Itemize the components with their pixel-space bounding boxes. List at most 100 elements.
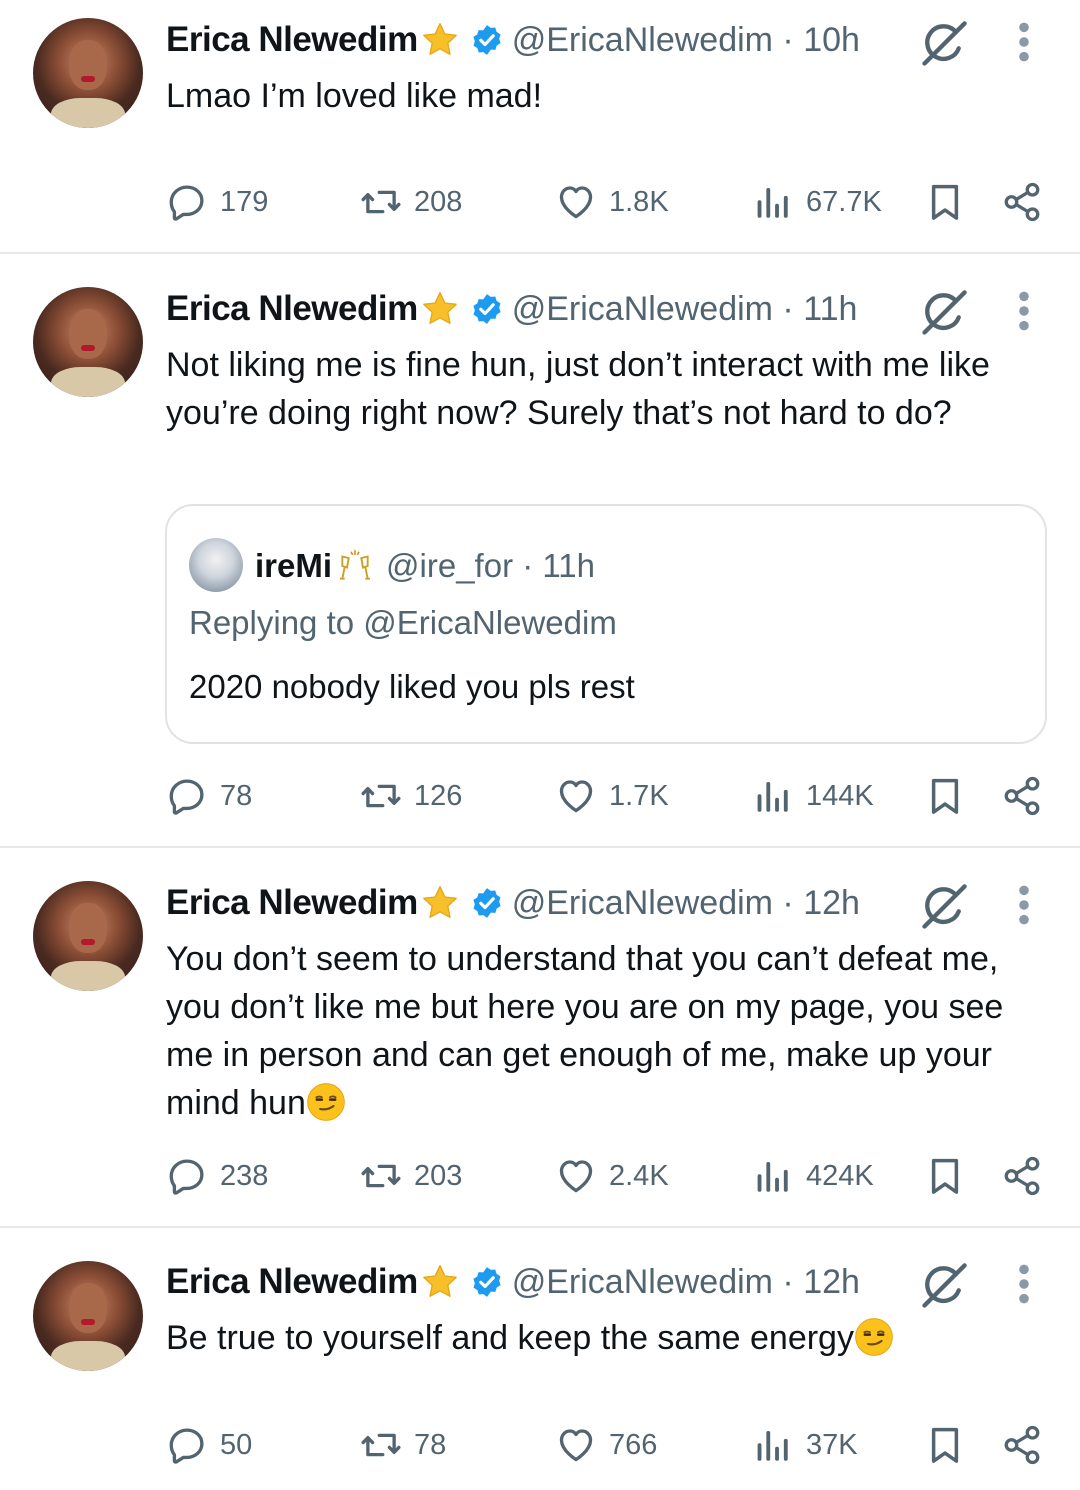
views-chart-icon: [752, 1424, 794, 1466]
views-chart-icon: [752, 1155, 794, 1197]
views-button[interactable]: 424K: [752, 1151, 874, 1201]
quote-header: ireMi @ire_for · 11h: [255, 542, 595, 590]
like-button[interactable]: 2.4K: [555, 1151, 669, 1201]
reply-count: 238: [220, 1159, 269, 1192]
grok-icon[interactable]: [918, 18, 970, 70]
grok-icon[interactable]: [918, 881, 970, 933]
like-count: 766: [609, 1428, 658, 1461]
author-handle-time[interactable]: @EricaNlewedim · 12h: [512, 1263, 860, 1302]
more-options-icon[interactable]: [1014, 1262, 1034, 1306]
tweet-header: Erica Nlewedim @EricaNlewedim · 11h: [166, 285, 857, 333]
tweet-header: Erica Nlewedim @EricaNlewedim · 12h: [166, 1258, 860, 1306]
views-button[interactable]: 144K: [752, 771, 874, 821]
share-icon[interactable]: [1001, 775, 1043, 817]
reply-icon: [166, 1424, 208, 1466]
share-icon[interactable]: [1001, 1424, 1043, 1466]
more-options-icon[interactable]: [1014, 20, 1034, 64]
verified-badge-icon[interactable]: [470, 23, 504, 57]
grok-icon[interactable]: [918, 1260, 970, 1312]
quote-text: 2020 nobody liked you pls rest: [189, 668, 635, 705]
view-count: 144K: [806, 779, 874, 812]
repost-count: 78: [414, 1428, 447, 1461]
repost-icon: [360, 181, 402, 223]
star-emoji-icon: [420, 20, 460, 60]
author-handle-time[interactable]: @EricaNlewedim · 11h: [512, 290, 858, 329]
view-count: 37K: [806, 1428, 858, 1461]
repost-button[interactable]: 203: [360, 1151, 462, 1201]
tweet-text-content: Be true to yourself and keep the same en…: [166, 1319, 854, 1357]
star-emoji-icon: [420, 883, 460, 923]
quote-handle-time: @ire_for · 11h: [386, 547, 596, 584]
divider: [0, 846, 1080, 848]
bookmark-icon[interactable]: [924, 1424, 966, 1466]
like-count: 1.8K: [609, 185, 669, 218]
views-chart-icon: [752, 775, 794, 817]
quoted-tweet[interactable]: ireMi @ire_for · 11h Replying to @EricaN…: [165, 504, 1047, 744]
repost-count: 203: [414, 1159, 463, 1192]
heart-icon: [555, 1424, 597, 1466]
tweet-text-content: Lmao I’m loved like mad!: [166, 77, 543, 115]
avatar[interactable]: [33, 881, 143, 991]
tweet-actions: 50 78 766 37K: [0, 1420, 1080, 1470]
verified-badge-icon[interactable]: [470, 292, 504, 326]
repost-icon: [360, 1424, 402, 1466]
repost-count: 126: [414, 779, 463, 812]
share-icon[interactable]: [1001, 181, 1043, 223]
more-options-icon[interactable]: [1014, 883, 1034, 927]
tweet-text: You don’t seem to understand that you ca…: [166, 935, 1056, 1127]
avatar[interactable]: [33, 18, 143, 128]
repost-button[interactable]: 126: [360, 771, 462, 821]
replying-to-prefix: Replying to: [189, 604, 364, 641]
reply-icon: [166, 1155, 208, 1197]
views-button[interactable]: 37K: [752, 1420, 858, 1470]
replying-to-handle[interactable]: @EricaNlewedim: [363, 604, 617, 641]
tweet-header: Erica Nlewedim @EricaNlewedim · 12h: [166, 879, 860, 927]
tweet-text: Be true to yourself and keep the same en…: [166, 1314, 1046, 1362]
divider: [0, 252, 1080, 254]
bookmark-icon[interactable]: [924, 775, 966, 817]
reply-button[interactable]: 238: [166, 1151, 268, 1201]
reply-count: 179: [220, 185, 269, 218]
avatar[interactable]: [33, 1261, 143, 1371]
bookmark-icon[interactable]: [924, 1155, 966, 1197]
tweet-actions: 179 208 1.8K 67.7K: [0, 177, 1080, 227]
author-name[interactable]: Erica Nlewedim: [166, 883, 418, 923]
author-name[interactable]: Erica Nlewedim: [166, 289, 418, 329]
replying-to: Replying to @EricaNlewedim: [189, 604, 617, 642]
views-chart-icon: [752, 181, 794, 223]
tweet-text: Not liking me is fine hun, just don’t in…: [166, 341, 1026, 437]
verified-badge-icon[interactable]: [470, 886, 504, 920]
repost-button[interactable]: 208: [360, 177, 462, 227]
like-button[interactable]: 766: [555, 1420, 657, 1470]
views-button[interactable]: 67.7K: [752, 177, 882, 227]
tweet-text-content: You don’t seem to understand that you ca…: [166, 940, 1004, 1122]
repost-icon: [360, 1155, 402, 1197]
reply-button[interactable]: 50: [166, 1420, 252, 1470]
repost-icon: [360, 775, 402, 817]
verified-badge-icon[interactable]: [470, 1265, 504, 1299]
repost-button[interactable]: 78: [360, 1420, 446, 1470]
reply-count: 78: [220, 779, 253, 812]
reply-button[interactable]: 78: [166, 771, 252, 821]
share-icon[interactable]: [1001, 1155, 1043, 1197]
repost-count: 208: [414, 185, 463, 218]
author-handle-time[interactable]: @EricaNlewedim · 12h: [512, 884, 860, 923]
bookmark-icon[interactable]: [924, 181, 966, 223]
grok-icon[interactable]: [918, 287, 970, 339]
quote-avatar[interactable]: [189, 538, 243, 592]
reply-icon: [166, 181, 208, 223]
author-name[interactable]: Erica Nlewedim: [166, 1262, 418, 1302]
more-options-icon[interactable]: [1014, 289, 1034, 333]
star-emoji-icon: [420, 1262, 460, 1302]
heart-icon: [555, 181, 597, 223]
view-count: 424K: [806, 1159, 874, 1192]
divider: [0, 1226, 1080, 1228]
author-handle-time[interactable]: @EricaNlewedim · 10h: [512, 21, 860, 60]
like-button[interactable]: 1.7K: [555, 771, 669, 821]
avatar[interactable]: [33, 287, 143, 397]
like-button[interactable]: 1.8K: [555, 177, 669, 227]
author-name[interactable]: Erica Nlewedim: [166, 20, 418, 60]
heart-icon: [555, 1155, 597, 1197]
reply-button[interactable]: 179: [166, 177, 268, 227]
like-count: 2.4K: [609, 1159, 669, 1192]
